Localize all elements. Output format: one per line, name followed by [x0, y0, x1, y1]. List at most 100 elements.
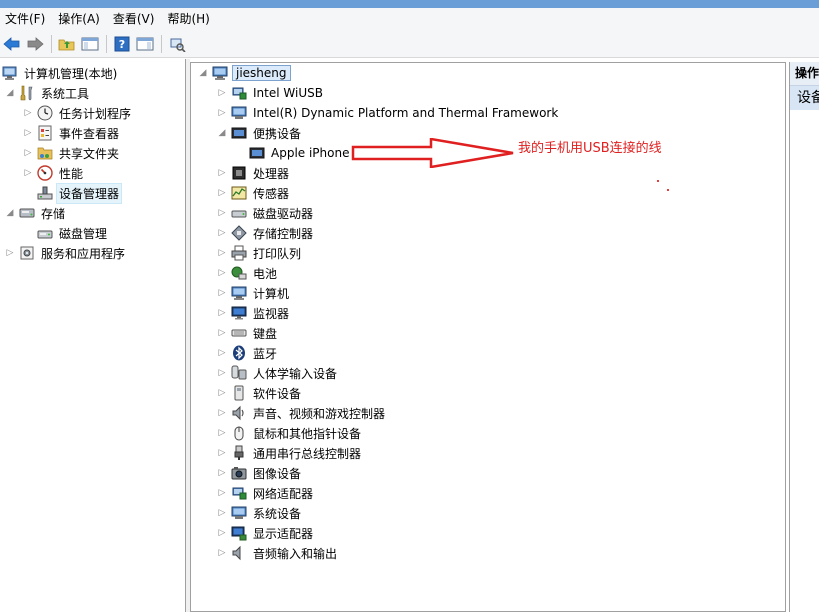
actions-item-device-manager[interactable]: 设备管理器: [790, 86, 819, 110]
device-category-sensors[interactable]: ▷ 传感器: [216, 183, 291, 203]
collapsed-arrow-icon[interactable]: ▷: [216, 528, 228, 538]
collapsed-arrow-icon[interactable]: ▷: [22, 168, 34, 178]
tree-label: Intel(R) Dynamic Platform and Thermal Fr…: [253, 106, 559, 120]
collapsed-arrow-icon[interactable]: ▷: [216, 428, 228, 438]
network-adapter-icon: [231, 485, 247, 501]
toolbar-separator: [106, 34, 107, 53]
collapsed-arrow-icon[interactable]: ▷: [216, 308, 228, 318]
tree-label: 键盘: [253, 326, 278, 341]
device-category-usb[interactable]: ▷ 通用串行总线控制器: [216, 443, 363, 463]
tree-item-storage[interactable]: ◢ 存储: [4, 203, 67, 223]
toolbar: ?: [0, 30, 819, 58]
device-category-display[interactable]: ▷ 显示适配器: [216, 523, 315, 543]
tree-item-system-tools[interactable]: ◢ 系统工具: [4, 83, 91, 103]
device-category-software-devices[interactable]: ▷ 软件设备: [216, 383, 303, 403]
tree-label: 人体学输入设备: [253, 366, 338, 381]
collapsed-arrow-icon[interactable]: ▷: [216, 108, 228, 118]
collapsed-arrow-icon[interactable]: ▷: [216, 248, 228, 258]
back-arrow-icon[interactable]: [2, 34, 22, 54]
device-category-processor[interactable]: ▷ 处理器: [216, 163, 291, 183]
device-category-audio-io[interactable]: ▷ 音频输入和输出: [216, 543, 339, 563]
device-category-disk-drives[interactable]: ▷ 磁盘驱动器: [216, 203, 315, 223]
toolbar-separator: [51, 34, 52, 53]
shared-folder-icon: [37, 145, 53, 161]
collapsed-arrow-icon[interactable]: ▷: [216, 208, 228, 218]
collapsed-arrow-icon[interactable]: ▷: [216, 548, 228, 558]
tree-item-event-viewer[interactable]: ▷ 事件查看器: [22, 123, 121, 143]
device-manager-icon: [37, 185, 53, 201]
menu-file[interactable]: 文件(F): [0, 8, 53, 30]
device-category-mice[interactable]: ▷ 鼠标和其他指针设备: [216, 423, 363, 443]
device-category-portable-devices[interactable]: ◢ 便携设备: [216, 123, 303, 143]
device-category-keyboard[interactable]: ▷ 键盘: [216, 323, 279, 343]
collapsed-arrow-icon[interactable]: ▷: [22, 128, 34, 138]
device-category-intel-dptf[interactable]: ▷ Intel(R) Dynamic Platform and Thermal …: [216, 103, 560, 123]
keyboard-icon: [231, 325, 247, 341]
menu-view[interactable]: 查看(V): [108, 8, 163, 30]
speaker-icon: [231, 405, 247, 421]
expanded-arrow-icon[interactable]: ◢: [4, 208, 16, 218]
device-tree-root[interactable]: ◢ jiesheng: [197, 63, 291, 83]
collapsed-arrow-icon[interactable]: ▷: [216, 488, 228, 498]
device-category-intel-wiusb[interactable]: ▷ Intel WiUSB: [216, 83, 325, 103]
tree-label: 鼠标和其他指针设备: [253, 426, 362, 441]
device-apple-iphone[interactable]: Apple iPhone: [234, 143, 351, 163]
tree-label: 磁盘管理: [59, 226, 108, 241]
sensor-icon: [231, 185, 247, 201]
show-hide-tree-icon[interactable]: [80, 34, 100, 54]
collapsed-arrow-icon[interactable]: ▷: [216, 348, 228, 358]
device-category-monitors[interactable]: ▷ 监视器: [216, 303, 291, 323]
tree-item-computer-management[interactable]: 计算机管理(本地): [2, 63, 119, 83]
tree-label: 磁盘驱动器: [253, 206, 314, 221]
scan-hardware-icon[interactable]: [167, 34, 187, 54]
device-category-storage-controllers[interactable]: ▷ 存储控制器: [216, 223, 315, 243]
tree-item-disk-management[interactable]: 磁盘管理: [22, 223, 109, 243]
tree-item-task-scheduler[interactable]: ▷ 任务计划程序: [22, 103, 133, 123]
collapsed-arrow-icon[interactable]: ▷: [22, 108, 34, 118]
collapsed-arrow-icon[interactable]: ▷: [216, 468, 228, 478]
device-category-hid[interactable]: ▷ 人体学输入设备: [216, 363, 339, 383]
up-folder-icon[interactable]: [57, 34, 77, 54]
tree-item-performance[interactable]: ▷ 性能: [22, 163, 85, 183]
menu-action[interactable]: 操作(A): [53, 8, 108, 30]
device-category-print-queues[interactable]: ▷ 打印队列: [216, 243, 303, 263]
collapsed-arrow-icon[interactable]: ▷: [216, 448, 228, 458]
actions-header: 操作: [790, 62, 819, 86]
device-category-system-devices[interactable]: ▷ 系统设备: [216, 503, 303, 523]
collapsed-arrow-icon[interactable]: ▷: [216, 188, 228, 198]
tree-item-shared-folders[interactable]: ▷ 共享文件夹: [22, 143, 121, 163]
tree-label: 通用串行总线控制器: [253, 446, 362, 461]
collapsed-arrow-icon[interactable]: ▷: [216, 88, 228, 98]
collapsed-arrow-icon[interactable]: ▷: [216, 268, 228, 278]
software-device-icon: [231, 385, 247, 401]
collapsed-arrow-icon[interactable]: ▷: [216, 168, 228, 178]
action-pane-icon[interactable]: [135, 34, 155, 54]
menu-help[interactable]: 帮助(H): [162, 8, 217, 30]
expanded-arrow-icon[interactable]: ◢: [4, 88, 16, 98]
hid-icon: [231, 365, 247, 381]
device-category-sound[interactable]: ▷ 声音、视频和游戏控制器: [216, 403, 387, 423]
window-frame: [0, 0, 819, 8]
collapsed-arrow-icon[interactable]: ▷: [216, 508, 228, 518]
collapsed-arrow-icon[interactable]: ▷: [216, 408, 228, 418]
device-category-computer[interactable]: ▷ 计算机: [216, 283, 291, 303]
device-category-bluetooth[interactable]: ▷ 蓝牙: [216, 343, 279, 363]
expanded-arrow-icon[interactable]: ◢: [197, 68, 209, 78]
collapsed-arrow-icon[interactable]: ▷: [216, 288, 228, 298]
tree-item-services-applications[interactable]: ▷ 服务和应用程序: [4, 243, 127, 263]
tree-label: Intel WiUSB: [253, 86, 323, 100]
help-icon[interactable]: ?: [112, 34, 132, 54]
collapsed-arrow-icon[interactable]: ▷: [216, 228, 228, 238]
collapsed-arrow-icon[interactable]: ▷: [216, 328, 228, 338]
collapsed-arrow-icon[interactable]: ▷: [216, 388, 228, 398]
device-category-imaging[interactable]: ▷ 图像设备: [216, 463, 303, 483]
annotation-dot: [667, 189, 669, 191]
device-category-battery[interactable]: ▷ 电池: [216, 263, 279, 283]
collapsed-arrow-icon[interactable]: ▷: [4, 248, 16, 258]
tree-item-device-manager[interactable]: 设备管理器: [22, 182, 123, 204]
collapsed-arrow-icon[interactable]: ▷: [216, 368, 228, 378]
collapsed-arrow-icon[interactable]: ▷: [22, 148, 34, 158]
expanded-arrow-icon[interactable]: ◢: [216, 128, 228, 138]
forward-arrow-icon[interactable]: [25, 34, 45, 54]
device-category-network[interactable]: ▷ 网络适配器: [216, 483, 315, 503]
